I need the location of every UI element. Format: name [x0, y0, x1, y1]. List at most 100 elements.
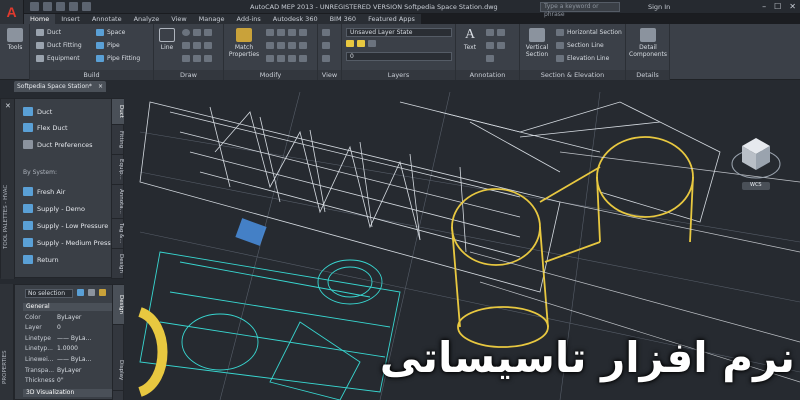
window-title: AutoCAD MEP 2013 - UNREGISTERED VERSION …	[250, 3, 498, 11]
tab-featured-apps[interactable]: Featured Apps	[362, 14, 421, 24]
zoom-tools[interactable]	[322, 42, 330, 49]
table-icon	[486, 42, 494, 49]
tab-add-ins[interactable]: Add-ins	[231, 14, 267, 24]
tool-palette: ✕ TOOL PALETTES - HVAC Duct Flex Duct Du…	[0, 98, 124, 279]
view-cube[interactable]: WCS	[728, 130, 784, 192]
close-button[interactable]: ✕	[789, 2, 796, 12]
tool-palette-strip[interactable]: ✕ TOOL PALETTES - HVAC	[1, 99, 15, 279]
undo-icon[interactable]	[69, 2, 78, 11]
palette-tab-duct[interactable]: Duct	[112, 99, 124, 125]
properties-tab-design[interactable]: Design	[113, 285, 124, 325]
dimension-tool[interactable]	[486, 29, 505, 36]
tab-home[interactable]: Home	[24, 14, 56, 24]
pickadd-icon[interactable]	[99, 289, 106, 296]
layer-on-icon[interactable]	[346, 40, 354, 47]
duct-fitting-button[interactable]: Duct Fitting	[36, 42, 82, 49]
viewcube-wcs-label[interactable]: WCS	[750, 182, 762, 188]
vertical-section-button[interactable]: Vertical Section	[523, 28, 551, 58]
palette-tab-fitting[interactable]: Fitting	[112, 125, 124, 155]
palette-system-return[interactable]: Return	[23, 255, 59, 264]
general-group-header[interactable]: General	[23, 303, 115, 311]
open-file-icon[interactable]	[43, 2, 52, 11]
quick-select-icon[interactable]	[77, 289, 84, 296]
selection-select[interactable]: No selection	[25, 289, 73, 298]
layer-state-select[interactable]: Unsaved Layer State	[346, 28, 452, 37]
layer-freeze-icon[interactable]	[357, 40, 365, 47]
tab-annotate[interactable]: Annotate	[86, 14, 128, 24]
tab-autodesk-360[interactable]: Autodesk 360	[267, 14, 324, 24]
by-system-label: By System:	[23, 169, 57, 176]
palette-system-supply-demo[interactable]: Supply - Demo	[23, 204, 85, 213]
move-tool[interactable]	[266, 29, 307, 36]
prop-row-transparency[interactable]: Transpa... ByLayer	[25, 367, 115, 374]
copy-tool[interactable]	[266, 42, 307, 49]
palette-tool-duct-preferences[interactable]: Duct Preferences	[23, 140, 93, 149]
pipe-fitting-button[interactable]: Pipe Fitting	[96, 55, 140, 62]
save-icon[interactable]	[56, 2, 65, 11]
spline-tool[interactable]	[182, 55, 212, 62]
table-tool[interactable]	[486, 42, 505, 49]
palette-tool-flex-duct[interactable]: Flex Duct	[23, 123, 68, 132]
palette-tab-tag[interactable]: Tag &...	[112, 219, 124, 249]
palette-tab-annotation[interactable]: Annota...	[112, 185, 124, 219]
current-layer-select[interactable]: 0	[346, 52, 452, 61]
palette-system-supply-medium[interactable]: Supply - Medium Pressure	[23, 238, 121, 247]
redo-icon[interactable]	[82, 2, 91, 11]
sign-in-link[interactable]: Sign In	[648, 3, 670, 11]
visualization-group-header[interactable]: 3D Visualization	[23, 389, 115, 397]
elevation-line-button[interactable]: Elevation Line	[556, 55, 609, 62]
document-tab[interactable]: Softpedia Space Station* ×	[14, 81, 106, 92]
prop-row-linetype[interactable]: Linetype —— ByLa...	[25, 335, 115, 342]
prop-row-layer[interactable]: Layer 0	[25, 324, 115, 331]
palette-system-fresh-air[interactable]: Fresh Air	[23, 187, 65, 196]
duct-icon	[36, 29, 44, 36]
palette-close-icon[interactable]: ✕	[5, 102, 11, 110]
section-line-button[interactable]: Section Line	[556, 42, 604, 49]
arc-icon	[204, 29, 212, 36]
properties-toolbar	[77, 289, 106, 296]
close-tab-icon[interactable]: ×	[98, 81, 103, 92]
palette-tool-duct[interactable]: Duct	[23, 107, 52, 116]
search-input[interactable]: Type a keyword or phrase	[540, 2, 620, 18]
tab-view[interactable]: View	[165, 14, 192, 24]
properties-tab-display[interactable]: Display	[113, 351, 124, 391]
layer-lock-icon[interactable]	[368, 40, 376, 47]
pipe-button[interactable]: Pipe	[96, 42, 120, 49]
circle-tool[interactable]	[182, 29, 212, 36]
autocad-logo-icon: A	[6, 4, 17, 20]
application-menu-button[interactable]: A	[0, 0, 24, 24]
prop-row-linetype-scale[interactable]: Linetyp... 1.0000	[25, 345, 115, 352]
keynote-tool[interactable]	[486, 55, 494, 62]
new-file-icon[interactable]	[30, 2, 39, 11]
tools-button[interactable]: Tools	[4, 28, 26, 51]
supply-medium-icon	[23, 238, 33, 247]
tab-manage[interactable]: Manage	[193, 14, 231, 24]
detail-components-button[interactable]: Detail Components	[629, 28, 667, 58]
prop-row-thickness[interactable]: Thickness 0"	[25, 377, 115, 384]
select-objects-icon[interactable]	[88, 289, 95, 296]
palette-tab-equipment[interactable]: Equip...	[112, 155, 124, 185]
line-button[interactable]: Line	[157, 28, 177, 51]
tab-insert[interactable]: Insert	[55, 14, 86, 24]
palette-tab-design[interactable]: Design	[112, 249, 124, 279]
palette-system-supply-low[interactable]: Supply - Low Pressure	[23, 221, 108, 230]
minimize-button[interactable]: –	[762, 2, 766, 12]
tab-bim-360[interactable]: BIM 360	[324, 14, 362, 24]
horizontal-section-button[interactable]: Horizontal Section	[556, 29, 622, 36]
equipment-button[interactable]: Equipment	[36, 55, 80, 62]
orbit-tools[interactable]	[322, 55, 330, 62]
rectangle-tool[interactable]	[182, 42, 212, 49]
view-tools[interactable]	[322, 29, 330, 36]
text-button[interactable]: A Text	[459, 28, 481, 52]
space-button[interactable]: Space	[96, 29, 125, 36]
maximize-button[interactable]: ☐	[774, 2, 781, 12]
prop-row-color[interactable]: Color ByLayer	[25, 314, 115, 321]
stretch-tool[interactable]	[266, 55, 307, 62]
build-panel-title: Build	[30, 70, 153, 80]
match-properties-button[interactable]: Match Properties	[227, 28, 261, 58]
properties-strip[interactable]: PROPERTIES	[0, 284, 14, 400]
prop-row-lineweight[interactable]: Linewei... —— ByLa...	[25, 356, 115, 363]
tab-analyze[interactable]: Analyze	[128, 14, 166, 24]
tools-icon	[7, 28, 23, 42]
duct-button[interactable]: Duct	[36, 29, 61, 36]
